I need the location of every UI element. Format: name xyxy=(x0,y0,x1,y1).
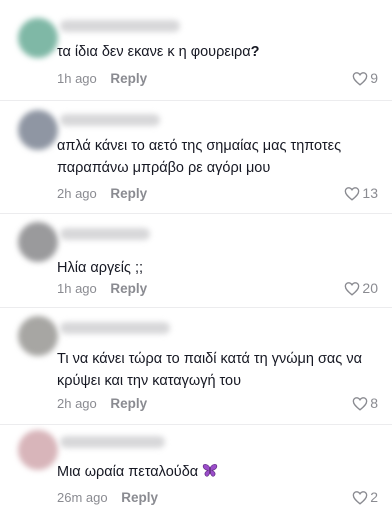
heart-icon xyxy=(345,281,360,296)
comment-text: Ηλία αργείς ;; xyxy=(57,257,372,279)
like-count: 8 xyxy=(370,395,378,411)
heart-icon xyxy=(352,71,368,86)
reply-button[interactable]: Reply xyxy=(110,396,147,411)
avatar[interactable] xyxy=(18,222,58,262)
like-button[interactable]: 13 xyxy=(344,184,378,202)
comment-text: Μια ωραία πεταλούδα xyxy=(57,461,372,485)
comment-meta: 1h ago Reply xyxy=(57,71,147,87)
comment-time: 2h ago xyxy=(57,396,97,411)
comment-meta: 2h ago Reply xyxy=(57,186,147,202)
comment-time: 1h ago xyxy=(57,71,97,86)
heart-icon xyxy=(352,490,368,505)
username-blurred[interactable] xyxy=(60,436,165,448)
comment-text: τα ίδια δεν εκανε κ η φουρειρα? xyxy=(57,41,372,63)
comment-meta: 26m ago Reply xyxy=(57,490,158,506)
like-count: 20 xyxy=(362,280,378,296)
like-count: 13 xyxy=(362,185,378,201)
like-button[interactable]: 8 xyxy=(352,394,378,412)
comment-text-main: Μια ωραία πεταλούδα xyxy=(57,464,199,480)
reply-button[interactable]: Reply xyxy=(110,186,147,201)
comment-text-main: Ηλία αργείς ;; xyxy=(57,260,143,276)
avatar[interactable] xyxy=(18,18,58,58)
comment-text-line: Τι να κάνει τώρα το παιδί κατά τη γνώμη … xyxy=(57,351,362,367)
comment-text: απλά κάνει το αετό της σημαίας μας τηποτ… xyxy=(57,135,372,179)
like-count: 2 xyxy=(370,489,378,505)
comment-text-line: παραπάνω μπράβο ρε αγόρι μου xyxy=(57,160,271,176)
comment-text-main: τα ίδια δεν εκανε κ η φουρειρα xyxy=(57,44,251,60)
like-count: 9 xyxy=(370,70,378,86)
avatar[interactable] xyxy=(18,316,58,356)
username-blurred[interactable] xyxy=(60,20,180,32)
avatar[interactable] xyxy=(18,430,58,470)
divider xyxy=(0,100,392,101)
comment-meta: 1h ago Reply xyxy=(57,281,147,297)
username-blurred[interactable] xyxy=(60,114,160,126)
like-button[interactable]: 2 xyxy=(352,488,378,506)
comment-text-line: απλά κάνει το αετό της σημαίας μας τηποτ… xyxy=(57,138,342,154)
comment-time: 1h ago xyxy=(57,281,97,296)
comment-meta: 2h ago Reply xyxy=(57,396,147,412)
reply-button[interactable]: Reply xyxy=(110,71,147,86)
reply-button[interactable]: Reply xyxy=(110,281,147,296)
comment-time: 2h ago xyxy=(57,186,97,201)
comment-text-line: κρύψει και την καταγωγή του xyxy=(57,373,242,389)
avatar[interactable] xyxy=(18,110,58,150)
username-blurred[interactable] xyxy=(60,322,170,334)
comment-time: 26m ago xyxy=(57,490,108,505)
reply-button[interactable]: Reply xyxy=(121,490,158,505)
comment-text-suffix: ? xyxy=(250,44,260,60)
divider xyxy=(0,424,392,425)
like-button[interactable]: 9 xyxy=(352,69,378,87)
divider xyxy=(0,307,392,308)
heart-icon xyxy=(345,186,360,201)
username-blurred[interactable] xyxy=(60,228,150,240)
like-button[interactable]: 20 xyxy=(344,279,378,297)
butterfly-emoji-icon xyxy=(202,463,218,485)
comment-text: Τι να κάνει τώρα το παιδί κατά τη γνώμη … xyxy=(57,348,372,392)
heart-icon xyxy=(352,396,368,411)
divider xyxy=(0,213,392,214)
